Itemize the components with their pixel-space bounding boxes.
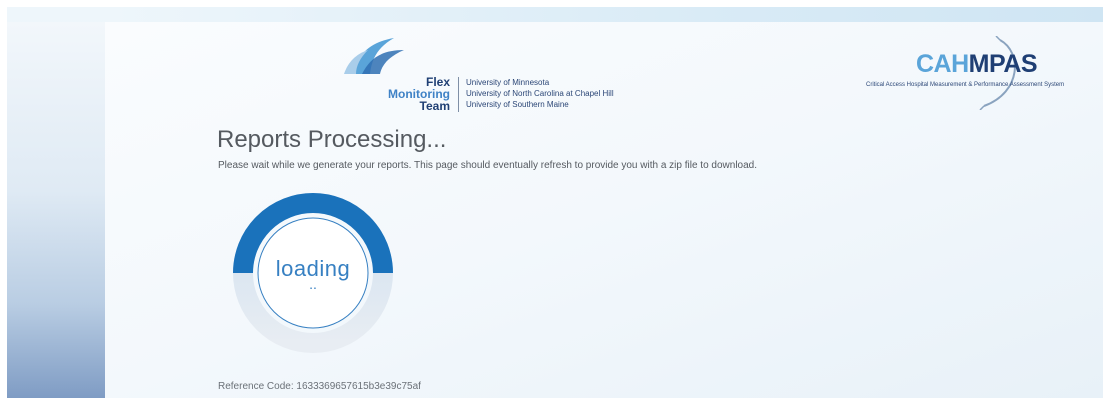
top-strip <box>0 0 1103 7</box>
cahmpas-logo: CAHMPAS Critical Access Hospital Measure… <box>860 36 1098 110</box>
page-title: Reports Processing... <box>217 126 447 153</box>
fmt-university-list: University of Minnesota University of No… <box>466 77 614 110</box>
top-gradient-band <box>105 7 1103 22</box>
left-gradient-band <box>7 22 105 398</box>
left-edge <box>0 7 7 398</box>
loading-dots: .. <box>309 276 317 292</box>
fmt-divider <box>458 77 459 112</box>
fmt-university: University of Minnesota <box>466 78 550 87</box>
flex-monitoring-team-logo: Flex Monitoring Team University of Minne… <box>300 36 614 118</box>
cahmpas-title-part2: MPAS <box>968 50 1038 78</box>
cahmpas-title: CAHMPAS <box>916 50 1038 79</box>
cahmpas-subtitle: Critical Access Hospital Measurement & P… <box>866 82 1065 88</box>
fmt-wordmark: Flex Monitoring Team <box>300 76 450 112</box>
fmt-swoosh-icon <box>344 38 404 74</box>
fmt-word-team: Team <box>419 99 450 113</box>
fmt-university: University of North Carolina at Chapel H… <box>466 89 614 98</box>
processing-message: Please wait while we generate your repor… <box>218 160 758 171</box>
reference-code: Reference Code: 1633369657615b3e39c75af <box>218 381 421 392</box>
fmt-university: University of Southern Maine <box>466 100 569 109</box>
cahmpas-title-part1: CAH <box>916 50 969 78</box>
loading-spinner: loading .. <box>233 193 393 353</box>
